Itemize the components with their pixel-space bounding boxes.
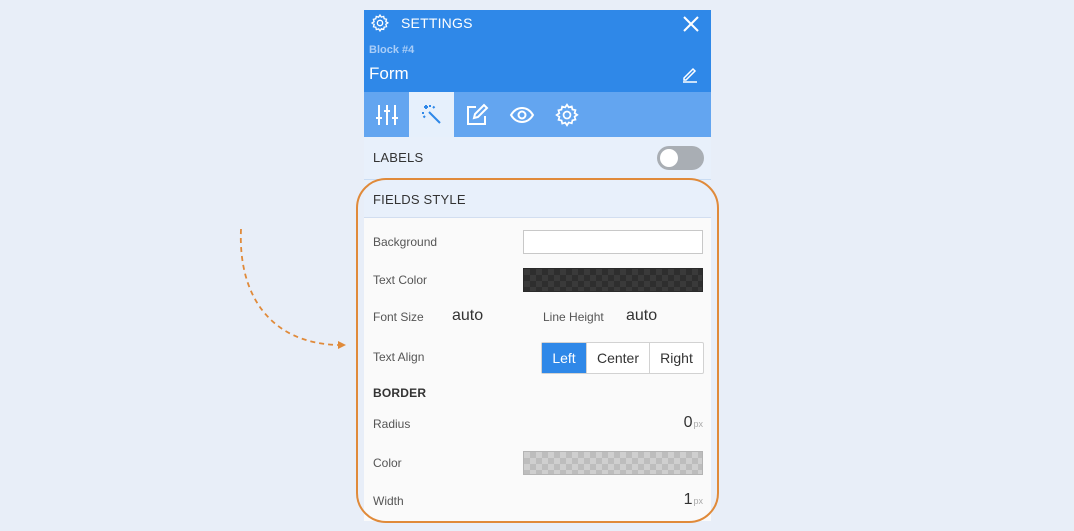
align-left-button[interactable]: Left [542,343,586,373]
align-right-button[interactable]: Right [649,343,703,373]
border-heading: BORDER [373,386,427,400]
radius-unit: px [693,419,703,429]
font-size-label: Font Size [373,310,424,324]
gear-icon [554,102,579,127]
width-number: 1 [683,491,693,508]
magic-wand-icon [421,104,441,124]
align-center-button[interactable]: Center [586,343,649,373]
toggle-knob [660,149,678,167]
edit-icon [466,103,488,125]
fields-style-heading: FIELDS STYLE [373,192,466,207]
close-icon[interactable] [682,15,700,33]
settings-panel: SETTINGS Block #4 Form LABELS FIELDS STY… [364,10,711,521]
pencil-icon[interactable] [681,65,699,83]
radius-value[interactable]: 0px [684,414,703,432]
tab-sliders[interactable] [364,92,409,137]
border-color-label: Color [373,456,402,470]
line-height-value[interactable]: auto [626,307,657,325]
labels-row: LABELS [364,137,711,180]
border-width-value[interactable]: 1px [684,491,703,509]
text-align-selector: Left Center Right [541,342,704,374]
background-label: Background [373,235,438,249]
tab-magic-wand[interactable] [409,92,454,137]
block-id: Block #4 [369,44,415,56]
labels-label: LABELS [373,150,424,165]
eye-icon [509,106,534,123]
fields-style-body: Background Text Color Font Size auto Lin… [364,218,711,521]
tab-preview[interactable] [499,92,544,137]
border-color-picker[interactable] [523,451,703,475]
block-name: Form [369,64,409,83]
background-color-picker[interactable] [523,230,703,254]
border-width-label: Width [373,494,404,508]
width-unit: px [693,496,703,506]
font-size-value[interactable]: auto [452,307,483,325]
annotation-arrow [239,228,346,349]
line-height-label: Line Height [543,310,604,324]
labels-toggle[interactable] [657,146,704,170]
tab-settings[interactable] [544,92,589,137]
settings-title: SETTINGS [401,15,473,31]
text-color-label: Text Color [373,273,428,287]
tab-edit[interactable] [454,92,499,137]
text-color-picker[interactable] [523,268,703,292]
tab-bar [364,92,711,137]
fields-style-header[interactable]: FIELDS STYLE [364,180,711,218]
radius-number: 0 [683,414,693,431]
radius-label: Radius [373,417,411,431]
settings-header: SETTINGS Block #4 Form [364,10,711,92]
gear-icon [370,13,390,33]
sliders-icon [375,104,398,125]
text-align-label: Text Align [373,350,425,364]
